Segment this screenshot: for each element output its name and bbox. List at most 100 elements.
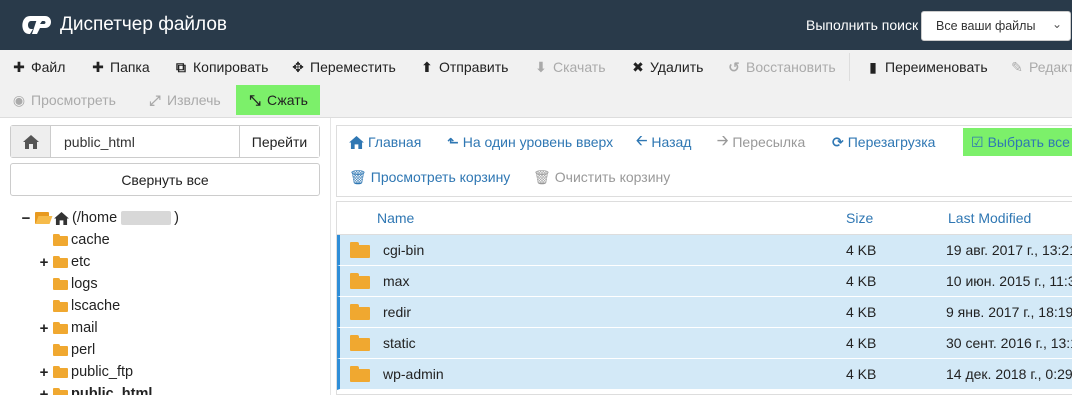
select-all-button[interactable]: ☑ Выбрать все	[963, 128, 1072, 156]
panel-divider	[330, 118, 331, 395]
compress-icon: ⤡	[249, 91, 261, 108]
file-icon: ▮	[869, 58, 877, 75]
back-label: Назад	[651, 134, 692, 150]
new-folder-button[interactable]: ✚ Папка	[91, 52, 150, 82]
tree-item-mail[interactable]: + mail	[38, 317, 98, 339]
column-header-name[interactable]: Name	[377, 210, 414, 226]
upload-button[interactable]: ⬆ Отправить	[420, 52, 508, 82]
table-row[interactable]: redir 4 KB 9 янв. 2017 г., 18:19	[337, 297, 1072, 328]
tree-item-cache[interactable]: cache	[38, 229, 110, 251]
go-button[interactable]: Перейти	[239, 126, 319, 157]
folder-icon	[350, 304, 370, 320]
tree-item-perl[interactable]: perl	[38, 339, 95, 361]
tree-item-logs[interactable]: logs	[38, 273, 98, 295]
view-trash-button[interactable]: 🗑 Просмотреть корзину	[349, 163, 510, 191]
move-button[interactable]: ✥ Переместить	[291, 52, 396, 82]
trash-icon: 🗑	[349, 168, 367, 185]
table-row[interactable]: max 4 KB 10 июн. 2015 г., 11:3	[337, 266, 1072, 297]
tree-item-label: public_ftp	[71, 364, 134, 380]
reload-label: Перезагрузка	[847, 134, 936, 150]
close-icon: ✖	[632, 58, 644, 75]
folder-icon	[53, 322, 68, 334]
expand-toggle[interactable]: +	[38, 254, 50, 271]
up-one-level-button[interactable]: ⬑ На один уровень вверх	[447, 128, 613, 156]
download-button[interactable]: ⬇ Скачать	[534, 52, 606, 82]
path-input[interactable]	[52, 126, 239, 157]
file-modified: 9 янв. 2017 г., 18:19	[946, 304, 1072, 320]
tree-item-public-ftp[interactable]: + public_ftp	[38, 361, 133, 383]
file-modified: 19 авг. 2017 г., 13:21	[946, 242, 1072, 258]
plus-icon: ✚	[92, 58, 104, 75]
tree-item-home[interactable]: − (/home)	[20, 207, 179, 229]
expand-toggle[interactable]: +	[38, 320, 50, 337]
level-up-icon: ⬑	[447, 133, 459, 150]
compress-button[interactable]: ⤡ Сжать	[236, 85, 320, 115]
tree-item-etc[interactable]: + etc	[38, 251, 91, 273]
table-row[interactable]: static 4 KB 30 сент. 2016 г., 13:1	[337, 328, 1072, 359]
download-icon: ⬇	[535, 58, 547, 75]
forward-button[interactable]: 🡢 Пересылка	[717, 128, 805, 156]
home-icon	[22, 134, 39, 149]
trash-icon: 🗑	[533, 168, 551, 185]
file-size: 4 KB	[846, 273, 877, 289]
file-size: 4 KB	[846, 304, 877, 320]
upload-label: Отправить	[439, 59, 509, 75]
delete-label: Удалить	[650, 59, 704, 75]
table-header: Name Size Last Modified	[337, 202, 1072, 235]
tree-item-label: (/home	[72, 210, 118, 226]
copy-button[interactable]: ⧉ Копировать	[174, 52, 268, 82]
empty-trash-button[interactable]: 🗑 Очистить корзину	[533, 163, 670, 191]
edit-button[interactable]: ✎ Редакт	[1010, 52, 1072, 82]
table-row[interactable]: wp-admin 4 KB 14 дек. 2018 г., 0:29	[337, 359, 1072, 390]
collapse-toggle[interactable]: −	[20, 210, 32, 227]
search-scope-select[interactable]: Все ваши файлы ⌄	[921, 11, 1071, 41]
tree-item-public-html[interactable]: + public_html	[38, 383, 152, 395]
home-nav-button[interactable]: Главная	[349, 128, 421, 156]
table-row[interactable]: cgi-bin 4 KB 19 авг. 2017 г., 13:21	[337, 235, 1072, 266]
eye-icon: ◉	[12, 91, 26, 108]
expand-toggle[interactable]: +	[38, 364, 50, 381]
restore-label: Восстановить	[746, 59, 836, 75]
folder-icon	[53, 344, 68, 356]
folder-open-icon	[35, 212, 51, 224]
undo-icon: ↺	[728, 58, 740, 75]
search-scope-value: Все ваши файлы	[936, 19, 1036, 33]
collapse-all-button[interactable]: Свернуть все	[10, 163, 320, 196]
pencil-icon: ✎	[1011, 58, 1023, 75]
view-label: Просмотреть	[31, 92, 116, 108]
folder-icon	[53, 300, 68, 312]
view-button[interactable]: ◉ Просмотреть	[12, 85, 116, 115]
copy-icon: ⧉	[176, 58, 186, 75]
restore-button[interactable]: ↺ Восстановить	[727, 52, 836, 82]
file-name: cgi-bin	[383, 242, 425, 258]
toolbar: ✚ Файл ✚ Папка ⧉ Копировать ✥ Переместит…	[0, 50, 1072, 118]
download-label: Скачать	[553, 59, 606, 75]
extract-button[interactable]: ⤢ Извлечь	[148, 85, 220, 115]
rename-label: Переименовать	[885, 59, 988, 75]
home-icon	[349, 135, 364, 149]
toolbar-divider	[849, 53, 850, 81]
reload-button[interactable]: ⟳ Перезагрузка	[832, 128, 935, 156]
tree-home-paren: )	[174, 210, 179, 226]
home-path-button[interactable]	[11, 126, 51, 157]
folder-icon	[53, 388, 68, 395]
tree-item-label: etc	[71, 254, 91, 270]
tree-item-lscache[interactable]: lscache	[38, 295, 120, 317]
file-table: Name Size Last Modified cgi-bin 4 KB 19 …	[336, 201, 1072, 395]
column-header-last-modified[interactable]: Last Modified	[948, 210, 1031, 226]
folder-icon	[350, 335, 370, 351]
empty-trash-label: Очистить корзину	[554, 169, 671, 185]
copy-label: Копировать	[193, 59, 269, 75]
arrow-right-icon: 🡢	[717, 132, 729, 148]
column-header-size[interactable]: Size	[846, 210, 873, 226]
tree-item-label: public_html	[71, 386, 153, 395]
delete-button[interactable]: ✖ Удалить	[631, 52, 703, 82]
back-button[interactable]: 🡠 Назад	[636, 128, 691, 156]
folder-tree: − (/home) cache + etc logs lscache + mai…	[0, 207, 330, 395]
rename-button[interactable]: ▮ Переименовать	[866, 52, 988, 82]
new-file-button[interactable]: ✚ Файл	[12, 52, 65, 82]
select-all-label: Выбрать все	[987, 134, 1070, 150]
expand-toggle[interactable]: +	[38, 386, 50, 395]
tree-item-label: mail	[71, 320, 98, 336]
cpanel-logo-icon[interactable]	[20, 13, 52, 37]
